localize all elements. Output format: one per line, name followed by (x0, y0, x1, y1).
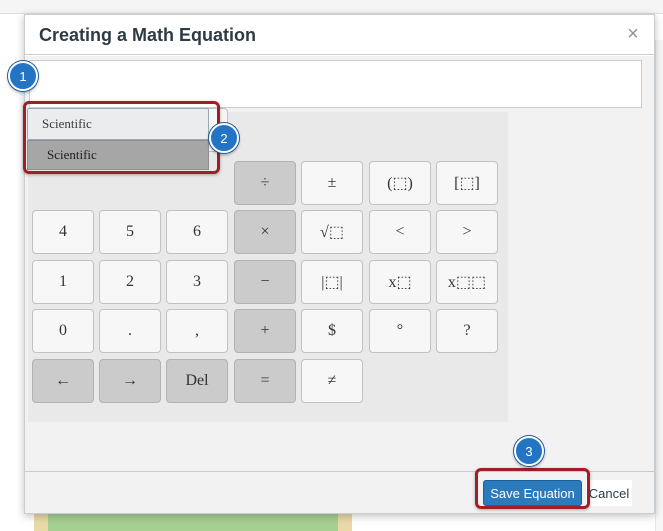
cancel-button[interactable]: Cancel (586, 480, 632, 506)
key-square-root[interactable]: √⬚ (301, 210, 363, 254)
key-dollar[interactable]: $ (301, 309, 363, 353)
highlight-save-button (475, 468, 590, 509)
key-plus-minus[interactable]: ± (301, 161, 363, 205)
step-badge-3: 3 (514, 436, 544, 466)
math-equation-dialog: Creating a Math Equation × 7 8 9 ÷ ± (⬚)… (24, 14, 655, 514)
key-4[interactable]: 4 (32, 210, 94, 254)
key-comma[interactable]: , (166, 309, 228, 353)
key-question[interactable]: ? (436, 309, 498, 353)
key-minus[interactable]: − (234, 260, 296, 304)
background-top-bar (0, 0, 663, 14)
step-badge-2: 2 (209, 123, 239, 153)
key-greater-than[interactable]: > (436, 210, 498, 254)
dialog-header: Creating a Math Equation × (25, 15, 654, 55)
key-equals[interactable]: = (234, 359, 296, 403)
key-superscript[interactable]: x⬚ (369, 260, 431, 304)
key-delete[interactable]: Del (166, 359, 228, 403)
key-arrow-right[interactable]: → (99, 359, 161, 403)
key-brackets[interactable]: [⬚] (436, 161, 498, 205)
key-6[interactable]: 6 (166, 210, 228, 254)
highlight-mode-select (23, 101, 220, 174)
key-0[interactable]: 0 (32, 309, 94, 353)
key-arrow-left[interactable]: ← (32, 359, 94, 403)
key-3[interactable]: 3 (166, 260, 228, 304)
key-2[interactable]: 2 (99, 260, 161, 304)
key-1[interactable]: 1 (32, 260, 94, 304)
key-parentheses[interactable]: (⬚) (369, 161, 431, 205)
key-not-equal[interactable]: ≠ (301, 359, 363, 403)
key-5[interactable]: 5 (99, 210, 161, 254)
background-right-strip (655, 40, 663, 531)
key-sub-superscript[interactable]: x⬚⬚ (436, 260, 498, 304)
key-decimal[interactable]: . (99, 309, 161, 353)
key-less-than[interactable]: < (369, 210, 431, 254)
dialog-title: Creating a Math Equation (39, 25, 257, 45)
close-icon[interactable]: × (622, 23, 644, 45)
key-degree[interactable]: ° (369, 309, 431, 353)
key-divide[interactable]: ÷ (234, 161, 296, 205)
key-plus[interactable]: + (234, 309, 296, 353)
step-badge-1: 1 (8, 61, 38, 91)
key-multiply[interactable]: × (234, 210, 296, 254)
key-absolute-value[interactable]: |⬚| (301, 260, 363, 304)
